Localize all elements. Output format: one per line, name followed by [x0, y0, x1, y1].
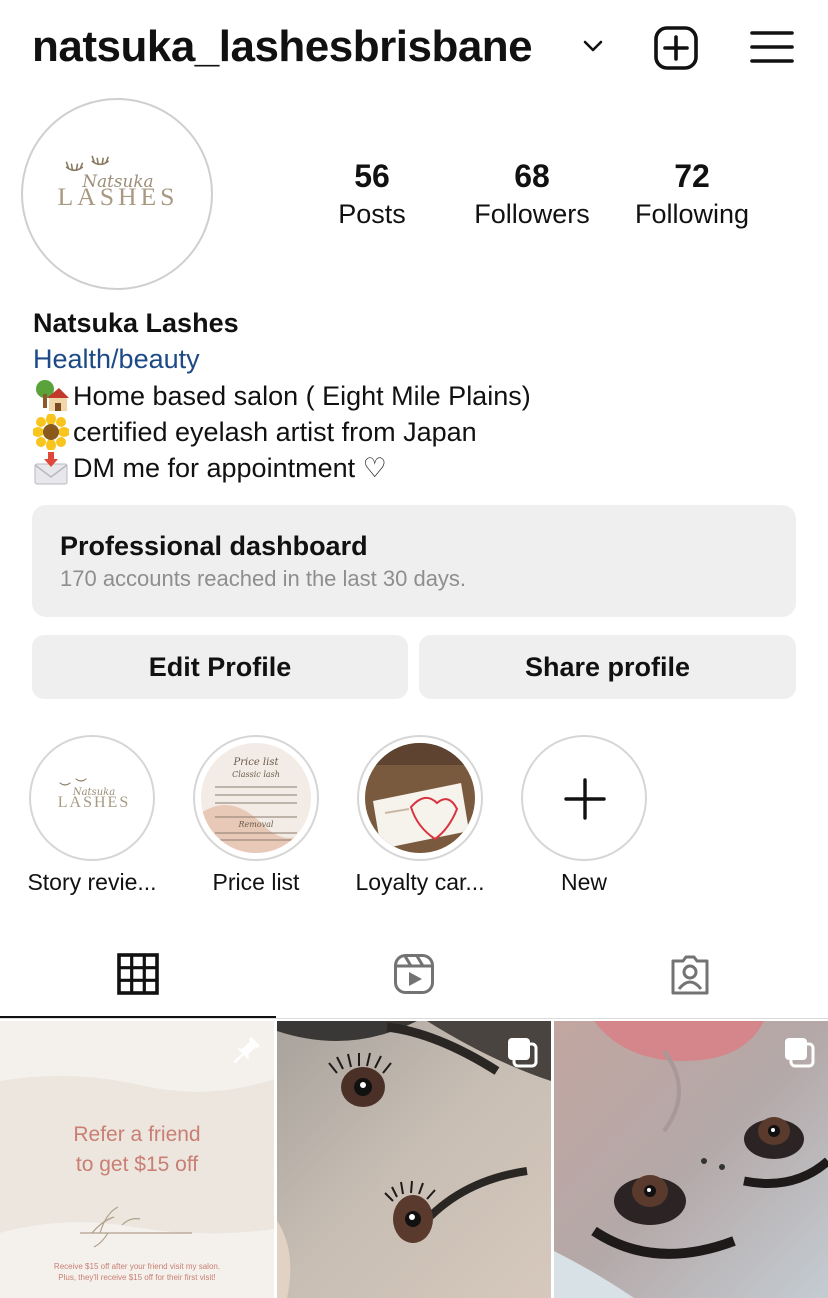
- highlight-new[interactable]: New: [514, 735, 654, 896]
- tab-tagged[interactable]: [552, 935, 828, 1019]
- brand-logo: Natsuka LASHES: [58, 155, 179, 211]
- stat-posts-label: Posts: [338, 199, 406, 229]
- top-bar: natsuka_lashesbrisbane: [0, 0, 828, 96]
- hamburger-menu-icon[interactable]: [748, 26, 796, 70]
- stat-followers[interactable]: 68 Followers: [447, 156, 617, 232]
- stat-following-label: Following: [634, 199, 750, 229]
- house-tree-emoji: [36, 380, 69, 411]
- share-profile-button[interactable]: Share profile: [419, 635, 796, 699]
- post-tile[interactable]: [554, 1021, 828, 1298]
- stat-following-value: 72: [674, 158, 710, 194]
- highlight-label: New: [560, 869, 607, 895]
- profile-avatar[interactable]: Natsuka LASHES: [21, 98, 213, 290]
- bio-line: Home based salon ( Eight Mile Plains): [33, 378, 813, 414]
- bio-line-text: Home based salon ( Eight Mile Plains): [73, 381, 531, 411]
- logo-wordmark: LASHES: [58, 182, 179, 211]
- logo-wordmark: LASHES: [58, 794, 130, 811]
- highlight-cover: Price list Classic lash Removal: [193, 735, 319, 861]
- bio-line-text: certified eyelash artist from Japan: [73, 417, 477, 447]
- reels-icon: [394, 954, 434, 994]
- price-list-subtitle: Classic lash: [232, 770, 280, 779]
- bio-line-text: DM me for appointment ♡: [73, 453, 387, 483]
- grid-icon: [117, 953, 159, 995]
- bio-line: DM me for appointment ♡: [33, 450, 813, 486]
- carousel-icon: [508, 1038, 538, 1068]
- price-list-title: Price list: [233, 757, 280, 768]
- promo-fine-print-2: Plus, they'll receive $15 off for their …: [58, 1273, 216, 1282]
- chevron-down-icon[interactable]: [582, 38, 604, 54]
- bio-line: certified eyelash artist from Japan: [33, 414, 813, 450]
- dashboard-title: Professional dashboard: [60, 531, 368, 561]
- highlight-label: Story revie...: [27, 869, 157, 895]
- username-switcher[interactable]: natsuka_lashesbrisbane: [32, 22, 533, 72]
- highlight-label: Price list: [212, 869, 300, 895]
- dashboard-subtitle: 170 accounts reached in the last 30 days…: [60, 566, 467, 591]
- profile-tabs: [0, 935, 828, 1019]
- envelope-arrow-emoji: [34, 452, 68, 485]
- display-name: Natsuka Lashes: [33, 308, 239, 338]
- sunflower-emoji: [33, 414, 69, 450]
- highlight-cover: Natsuka LASHES: [29, 735, 155, 861]
- stat-followers-label: Followers: [474, 199, 590, 229]
- price-list-removal: Removal: [237, 820, 273, 829]
- highlight-price-list[interactable]: Price list Classic lash Removal Price li…: [186, 735, 326, 896]
- stat-posts-value: 56: [354, 158, 390, 194]
- brand-logo-thumb: Natsuka LASHES: [58, 778, 130, 811]
- edit-profile-button[interactable]: Edit Profile: [32, 635, 408, 699]
- price-list-thumb: Price list Classic lash Removal: [201, 743, 311, 853]
- stat-followers-value: 68: [514, 158, 550, 194]
- highlight-loyalty-card[interactable]: Loyalty car...: [350, 735, 490, 896]
- tabs-divider: [0, 1018, 828, 1019]
- highlight-label: Loyalty car...: [355, 869, 485, 895]
- post-tile[interactable]: [277, 1021, 551, 1298]
- tab-grid[interactable]: [0, 935, 276, 1019]
- stat-posts[interactable]: 56 Posts: [287, 156, 457, 232]
- new-highlight-circle: [521, 735, 647, 861]
- loyalty-card-thumb: [365, 743, 475, 853]
- post-tile[interactable]: Refer a friend to get $15 off Receive $1…: [0, 1021, 274, 1298]
- tab-reels[interactable]: [276, 935, 552, 1019]
- bio-section: Natsuka Lashes Health/beauty Home based …: [33, 306, 813, 486]
- carousel-icon: [785, 1038, 815, 1068]
- plus-icon: [564, 778, 606, 820]
- professional-dashboard[interactable]: Professional dashboard 170 accounts reac…: [32, 505, 796, 617]
- highlight-cover: [357, 735, 483, 861]
- highlight-story-reviews[interactable]: Natsuka LASHES Story revie...: [22, 735, 162, 896]
- create-post-icon[interactable]: [652, 24, 700, 72]
- promo-headline-2: to get $15 off: [75, 1153, 199, 1176]
- promo-headline-1: Refer a friend: [73, 1123, 201, 1146]
- category-link[interactable]: Health/beauty: [33, 340, 813, 378]
- promo-fine-print-1: Receive $15 off after your friend visit …: [53, 1262, 221, 1271]
- tagged-icon: [671, 955, 709, 995]
- pin-icon: [233, 1037, 260, 1064]
- stat-following[interactable]: 72 Following: [607, 156, 777, 232]
